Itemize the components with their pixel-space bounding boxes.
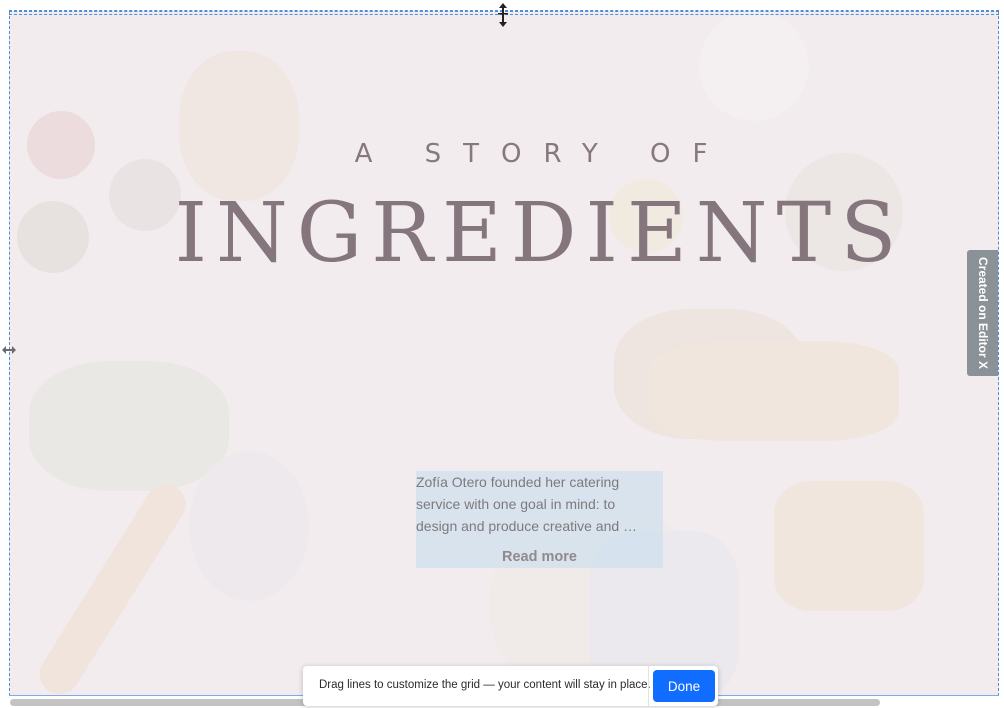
created-on-editor-x-badge[interactable]: Created on Editor X — [967, 250, 998, 376]
horizontal-resize-icon[interactable] — [1, 344, 17, 356]
read-more-link[interactable]: Read more — [416, 549, 663, 565]
hero-eyebrow-heading[interactable]: A STORY OF — [9, 139, 999, 169]
badge-label: Created on Editor X — [975, 256, 990, 370]
description-line: design and produce creative and … — [416, 518, 638, 534]
done-button[interactable]: Done — [653, 670, 715, 702]
hero-section[interactable]: A STORY OF INGREDIENTS — [9, 11, 999, 696]
description-line: Zofía Otero founded her catering — [416, 474, 620, 490]
toast-divider — [648, 666, 649, 706]
vertical-resize-icon[interactable] — [496, 2, 510, 28]
editor-canvas: A STORY OF INGREDIENTS Zofía Otero found… — [0, 0, 1004, 708]
grid-hint-toast: Drag lines to customize the grid — your … — [303, 666, 718, 706]
image-overlay — [9, 11, 999, 696]
intro-description[interactable]: Zofía Otero founded her catering service… — [416, 471, 661, 537]
hero-title[interactable]: INGREDIENTS — [9, 179, 999, 289]
toast-message: Drag lines to customize the grid — your … — [319, 679, 651, 691]
intro-text-box[interactable]: Zofía Otero founded her catering service… — [416, 471, 663, 568]
description-line: service with one goal in mind: to — [416, 496, 616, 512]
